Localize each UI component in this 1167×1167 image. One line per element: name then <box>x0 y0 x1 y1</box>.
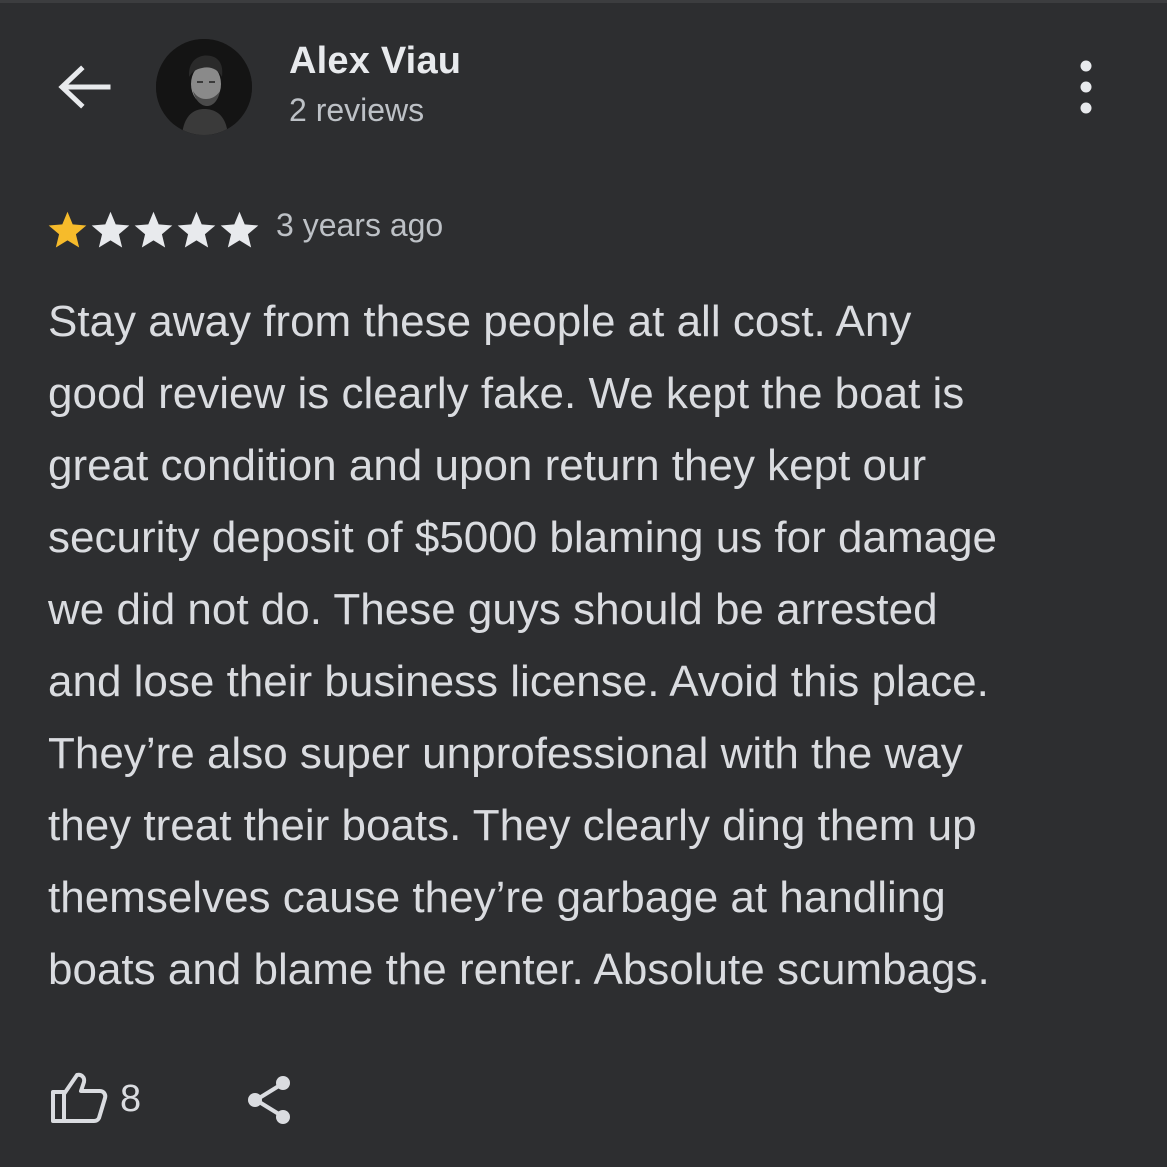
star-filled-icon <box>48 211 87 248</box>
avatar[interactable] <box>156 39 252 135</box>
star-empty-icon <box>91 211 130 248</box>
more-vert-icon <box>1080 60 1092 114</box>
author-review-count: 2 reviews <box>289 92 425 128</box>
share-button[interactable] <box>240 1070 300 1130</box>
star-empty-icon <box>177 211 216 248</box>
review-time: 3 years ago <box>276 207 444 243</box>
star-empty-icon <box>134 211 173 248</box>
back-button[interactable] <box>52 56 114 118</box>
star-empty-icon <box>220 211 259 248</box>
star-rating <box>46 208 261 252</box>
review-text: Stay away from these people at all cost.… <box>48 297 998 994</box>
top-divider <box>0 0 1167 3</box>
thumbs-up-icon <box>51 1072 108 1123</box>
more-options-button[interactable] <box>1066 58 1106 118</box>
share-icon <box>248 1076 290 1124</box>
like-button[interactable] <box>48 1068 110 1130</box>
author-name[interactable]: Alex Viau <box>289 40 461 83</box>
arrow-back-icon <box>58 65 111 109</box>
like-count: 8 <box>120 1078 142 1120</box>
